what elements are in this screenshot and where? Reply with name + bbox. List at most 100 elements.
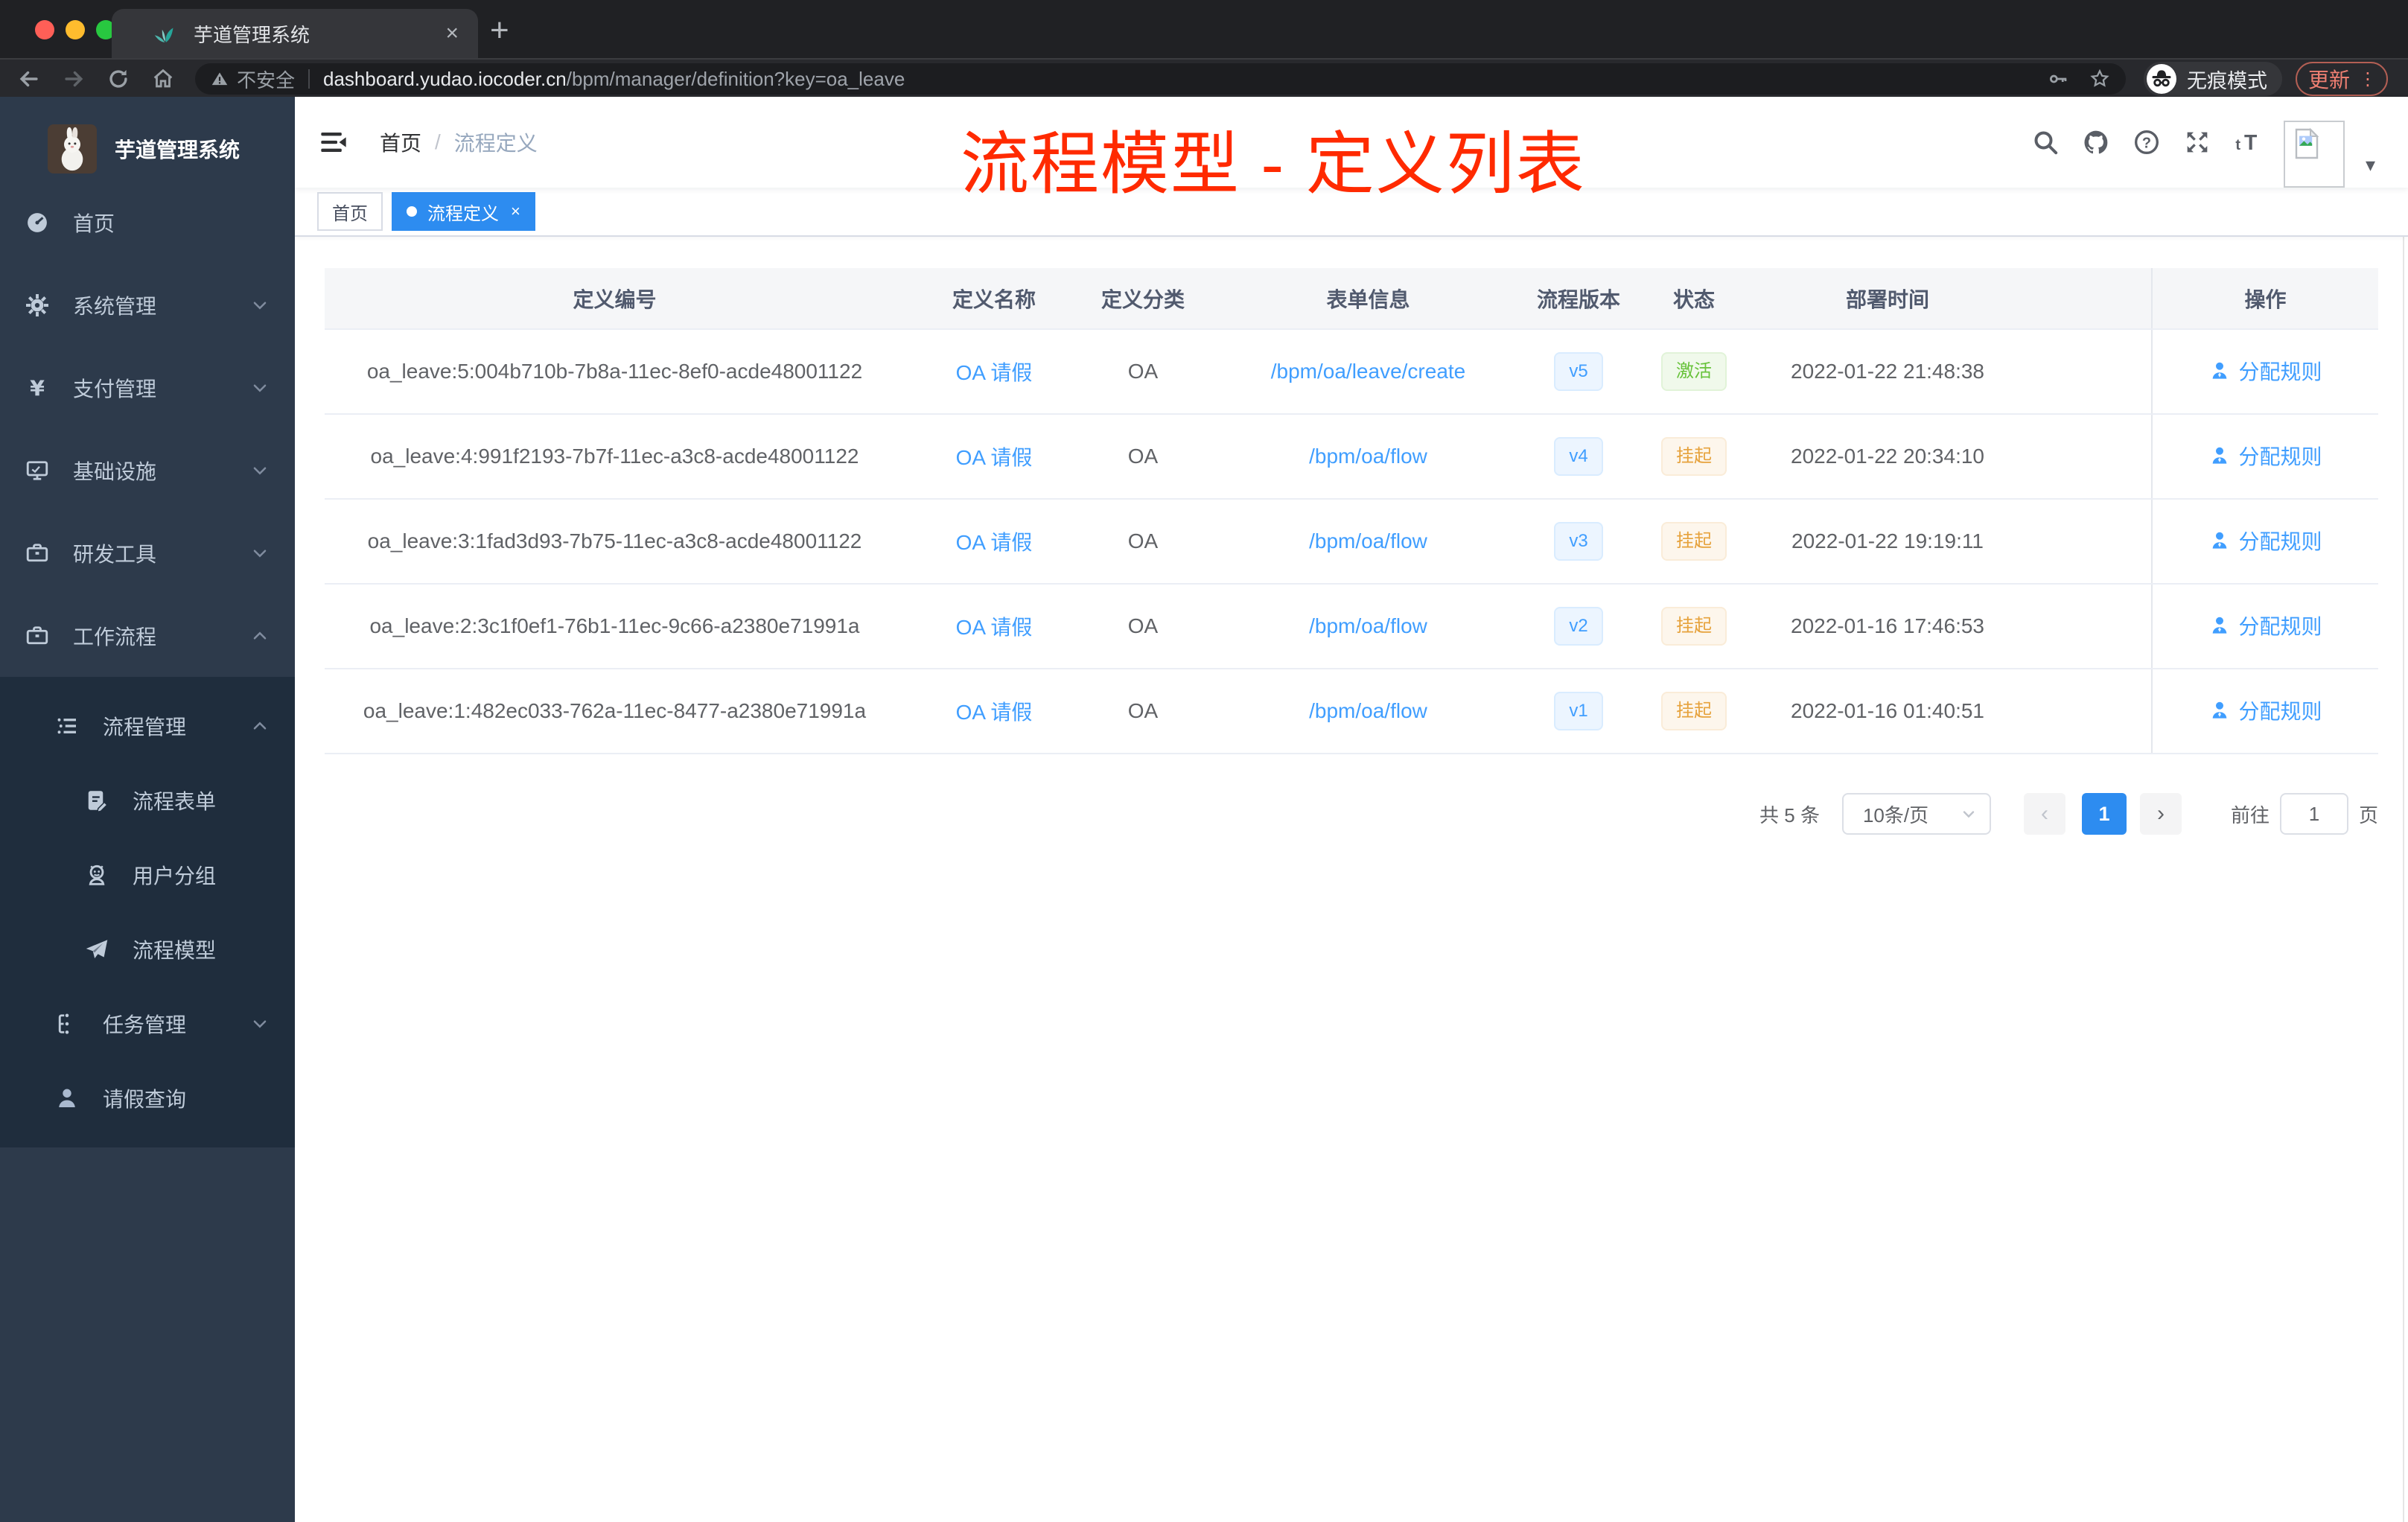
close-window-button[interactable]: [35, 20, 54, 39]
next-page-button[interactable]: ›: [2139, 793, 2182, 835]
cell-filler: [2010, 329, 2152, 415]
assign-rule-link[interactable]: 分配规则: [2208, 695, 2322, 725]
password-key-icon[interactable]: [2047, 68, 2069, 90]
user-menu-caret-icon[interactable]: ▾: [2366, 153, 2375, 176]
sidebar-item-系统管理[interactable]: 系统管理: [0, 264, 295, 346]
reload-icon[interactable]: [106, 66, 131, 92]
col-actions: 操作: [2151, 268, 2378, 330]
tag-active[interactable]: 流程定义 ×: [392, 192, 535, 231]
sidebar-item-首页[interactable]: 首页: [0, 181, 295, 264]
col-definition-name: 定义名称: [905, 268, 1083, 330]
definition-name-link[interactable]: OA 请假: [956, 446, 1033, 469]
home-icon[interactable]: [150, 66, 176, 92]
sidebar-item-label: 系统管理: [73, 294, 157, 318]
form-info-link[interactable]: /bpm/oa/flow: [1309, 614, 1427, 637]
paper-plane-icon: [83, 936, 110, 963]
sidebar-menu: 首页系统管理 ¥ 支付管理 基础设施 研发工具工作流程流程管理 流程表单用户分组流程模型任…: [0, 181, 295, 1147]
github-icon[interactable]: [2081, 127, 2111, 157]
definition-name-link[interactable]: OA 请假: [956, 701, 1033, 724]
sidebar-item-研发工具[interactable]: 研发工具: [0, 512, 295, 594]
form-info-link[interactable]: /bpm/oa/leave/create: [1271, 360, 1466, 383]
col-definition-category: 定义分类: [1083, 268, 1203, 330]
definition-table: 定义编号 定义名称 定义分类 表单信息 流程版本 状态 部署时间 操作 oa_l…: [325, 268, 2378, 754]
cell-actions: 分配规则: [2151, 329, 2378, 415]
user-avatar[interactable]: [2283, 121, 2345, 188]
current-page-button[interactable]: 1: [2081, 793, 2127, 835]
page-size-select[interactable]: 10条/页: [1841, 793, 1991, 835]
new-tab-button[interactable]: +: [490, 12, 509, 49]
tags-view-bar: 首页 流程定义 ×: [295, 188, 2408, 237]
col-deploy-time: 部署时间: [1765, 268, 2010, 330]
prev-page-button[interactable]: ‹: [2023, 793, 2065, 835]
cell-filler: [2010, 414, 2152, 500]
sidebar-item-用户分组[interactable]: 用户分组: [0, 838, 295, 912]
form-info-link[interactable]: /bpm/oa/flow: [1309, 529, 1427, 553]
sidebar-item-流程模型[interactable]: 流程模型: [0, 912, 295, 987]
sidebar-item-流程表单[interactable]: 流程表单: [0, 763, 295, 838]
address-bar[interactable]: 不安全 dashboard.yudao.iocoder.cn /bpm/mana…: [195, 63, 2126, 95]
sidebar-item-基础设施[interactable]: 基础设施: [0, 429, 295, 512]
sidebar-item-工作流程[interactable]: 工作流程: [0, 594, 295, 677]
scrollbar-track-line: [2403, 97, 2404, 1522]
briefcase-icon: [24, 540, 51, 567]
assign-user-icon: [2208, 529, 2231, 552]
page-unit-label: 页: [2358, 803, 2378, 827]
logo-avatar-image: [48, 124, 97, 173]
form-info-link[interactable]: /bpm/oa/flow: [1309, 699, 1427, 722]
top-navbar: 首页 / 流程定义 ? tT ▾: [295, 97, 2408, 188]
help-icon[interactable]: ?: [2132, 127, 2162, 157]
cell-definition-category: OA: [1083, 669, 1203, 754]
browser-tab[interactable]: 芋道管理系统 ×: [112, 9, 478, 58]
tag-home[interactable]: 首页: [317, 192, 383, 231]
font-size-icon[interactable]: tT: [2233, 127, 2263, 157]
security-label[interactable]: 不安全: [237, 66, 295, 93]
status-badge: 挂起: [1661, 437, 1727, 476]
svg-text:t: t: [2235, 137, 2240, 153]
cell-status: 挂起: [1623, 414, 1765, 500]
hamburger-icon[interactable]: [319, 127, 348, 157]
definition-name-link[interactable]: OA 请假: [956, 616, 1033, 639]
back-icon[interactable]: [16, 66, 42, 92]
status-badge: 激活: [1661, 352, 1727, 391]
sidebar-item-流程管理[interactable]: 流程管理: [0, 689, 295, 763]
assign-rule-link[interactable]: 分配规则: [2208, 356, 2322, 386]
window-controls[interactable]: [35, 20, 115, 39]
chevron-up-icon: [250, 626, 270, 646]
cell-deploy-time: 2022-01-16 01:40:51: [1765, 669, 2010, 754]
tag-close-icon[interactable]: ×: [511, 203, 520, 220]
browser-menu-dots-icon[interactable]: ⋮: [2359, 69, 2377, 90]
minimize-window-button[interactable]: [66, 20, 85, 39]
sidebar-item-任务管理[interactable]: 任务管理: [0, 987, 295, 1061]
sidebar-item-label: 工作流程: [73, 625, 157, 649]
navbar-actions: ? tT ▾: [2030, 97, 2375, 188]
cell-definition-category: OA: [1083, 414, 1203, 500]
sidebar: 芋道管理系统 首页系统管理 ¥ 支付管理 基础设施 研发工具工作流程流程管理 流程表单用户…: [0, 97, 295, 1522]
assign-rule-link[interactable]: 分配规则: [2208, 526, 2322, 555]
search-icon[interactable]: [2030, 127, 2060, 157]
assign-rule-link[interactable]: 分配规则: [2208, 441, 2322, 471]
browser-update-button[interactable]: 更新 ⋮: [2296, 62, 2388, 96]
definition-name-link[interactable]: OA 请假: [956, 361, 1033, 384]
version-badge: v4: [1554, 437, 1603, 476]
sidebar-item-label: 用户分组: [133, 865, 217, 888]
page-size-value: 10条/页: [1862, 803, 1929, 827]
definition-name-link[interactable]: OA 请假: [956, 531, 1033, 554]
sidebar-logo[interactable]: 芋道管理系统: [0, 97, 295, 173]
assign-rule-link[interactable]: 分配规则: [2208, 611, 2322, 640]
breadcrumb-home[interactable]: 首页: [380, 127, 421, 157]
cell-definition-category: OA: [1083, 584, 1203, 669]
sidebar-item-请假查询[interactable]: 请假查询: [0, 1061, 295, 1136]
fullscreen-icon[interactable]: [2182, 127, 2212, 157]
tag-home-label: 首页: [332, 203, 368, 224]
assign-user-icon: [2208, 699, 2231, 722]
tab-close-icon[interactable]: ×: [445, 22, 459, 45]
assign-rule-label: 分配规则: [2238, 445, 2322, 468]
cell-actions: 分配规则: [2151, 414, 2378, 500]
goto-page-input[interactable]: [2279, 793, 2348, 835]
person-icon: [54, 1085, 80, 1112]
forward-icon[interactable]: [61, 66, 86, 92]
bookmark-star-icon[interactable]: [2089, 68, 2111, 90]
form-info-link[interactable]: /bpm/oa/flow: [1309, 445, 1427, 468]
sidebar-item-支付管理[interactable]: ¥ 支付管理: [0, 346, 295, 429]
total-count-label: 共 5 条: [1759, 803, 1820, 827]
